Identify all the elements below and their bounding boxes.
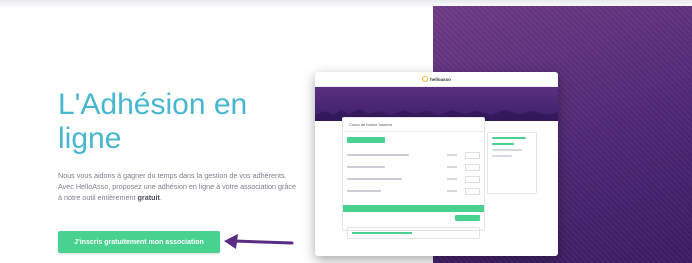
hero-description-text: Nous vous aidons à gagner du temps dans … bbox=[58, 171, 297, 202]
mockup-header: helloasso bbox=[315, 72, 558, 87]
side-line bbox=[492, 143, 514, 145]
row-label-bar bbox=[347, 154, 409, 156]
mockup-tag bbox=[347, 137, 385, 143]
hero-section: L'Adhésion en ligne Nous vous aidons à g… bbox=[0, 0, 692, 263]
row-price bbox=[447, 166, 457, 168]
helloasso-logo-icon: helloasso bbox=[422, 76, 451, 82]
row-label-bar bbox=[347, 178, 402, 180]
mockup-submit-button bbox=[455, 215, 480, 221]
mockup-row bbox=[343, 173, 484, 185]
hero-description: Nous vous aidons à gagner du temps dans … bbox=[58, 170, 298, 203]
row-price bbox=[447, 178, 457, 180]
side-line bbox=[492, 155, 512, 157]
row-label-bar bbox=[347, 166, 385, 168]
row-quantity-box bbox=[465, 163, 480, 171]
mockup-note-box bbox=[347, 227, 480, 239]
register-association-button[interactable]: J'inscris gratuitement mon association bbox=[58, 231, 220, 253]
mockup-row bbox=[343, 149, 484, 161]
form-mockup-screenshot: helloasso Cours de bonne humeur bbox=[315, 72, 558, 256]
row-quantity-box bbox=[465, 175, 480, 183]
mockup-row bbox=[343, 185, 484, 197]
hero-description-bold: gratuit bbox=[137, 193, 160, 202]
side-line bbox=[492, 149, 522, 151]
hero-description-end: . bbox=[159, 193, 162, 202]
mockup-side-card bbox=[487, 132, 537, 194]
mockup-total-bar bbox=[343, 205, 484, 212]
row-quantity-box bbox=[465, 187, 480, 195]
arrow-left-icon bbox=[224, 234, 294, 249]
mockup-banner bbox=[315, 87, 558, 121]
page-title: L'Adhésion en ligne bbox=[58, 88, 248, 155]
side-line bbox=[492, 137, 526, 139]
mockup-form-title: Cours de bonne humeur bbox=[343, 118, 484, 132]
row-label-bar bbox=[347, 190, 381, 192]
mockup-form-card: Cours de bonne humeur bbox=[342, 117, 485, 239]
row-price bbox=[447, 154, 457, 156]
logo-mark bbox=[422, 76, 429, 82]
mockup-brand: helloasso bbox=[430, 76, 451, 82]
row-quantity-box bbox=[465, 151, 480, 159]
row-price bbox=[447, 190, 457, 192]
mockup-row bbox=[343, 161, 484, 173]
